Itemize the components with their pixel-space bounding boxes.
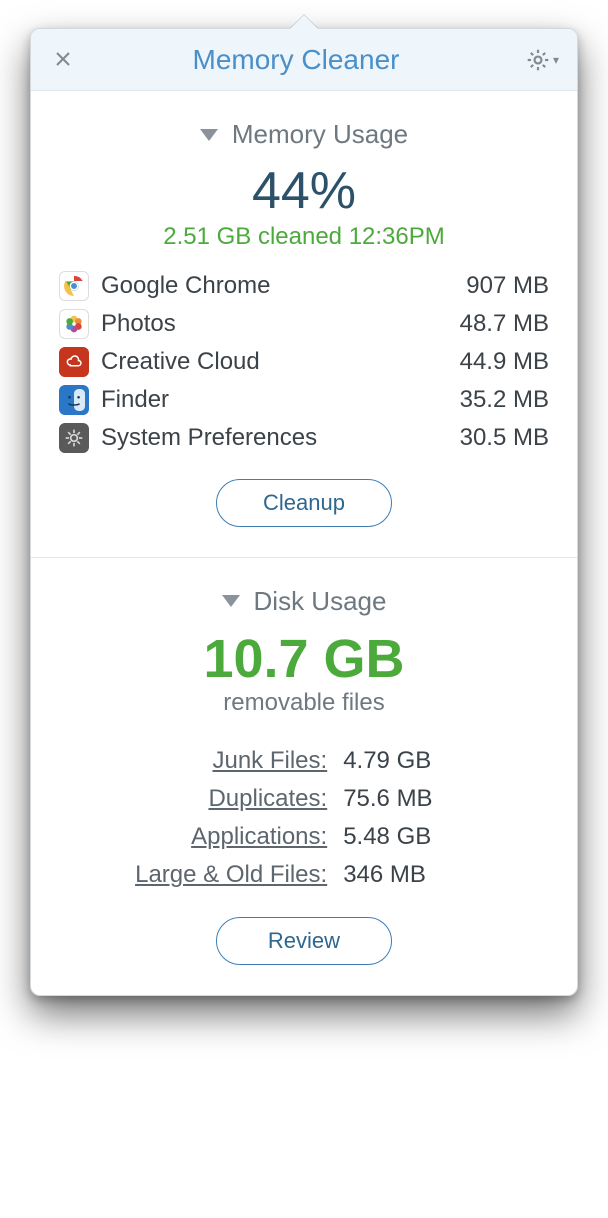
creative-cloud-icon [59,347,89,377]
disk-category-value: 75.6 MB [343,785,432,813]
process-name: Creative Cloud [101,348,448,376]
process-size: 35.2 MB [460,386,549,414]
disk-category-row: Large & Old Files: 346 MB [59,861,549,889]
process-name: System Preferences [101,424,448,452]
process-size: 44.9 MB [460,348,549,376]
collapse-triangle-icon [200,129,218,141]
process-name: Finder [101,386,448,414]
process-size: 907 MB [466,272,549,300]
disk-usage-section: Disk Usage 10.7 GB removable files Junk … [31,557,577,996]
disk-category-link[interactable]: Applications: [59,823,343,851]
disk-section-title: Disk Usage [254,586,387,617]
process-row[interactable]: Creative Cloud 44.9 MB [59,347,549,377]
cleanup-button[interactable]: Cleanup [216,479,392,527]
memory-cleaned-status: 2.51 GB cleaned 12:36PM [59,223,549,251]
disk-total: 10.7 GB [59,631,549,688]
process-row[interactable]: Finder 35.2 MB [59,385,549,415]
disk-category-row: Duplicates: 75.6 MB [59,785,549,813]
finder-icon [59,385,89,415]
memory-usage-section: Memory Usage 44% 2.51 GB cleaned 12:36PM… [31,91,577,557]
process-name: Photos [101,310,448,338]
process-row[interactable]: Photos 48.7 MB [59,309,549,339]
disk-category-value: 346 MB [343,861,426,889]
disk-category-value: 4.79 GB [343,747,431,775]
process-row[interactable]: System Preferences 30.5 MB [59,423,549,453]
disk-category-value: 5.48 GB [343,823,431,851]
chrome-icon [59,271,89,301]
disk-category-row: Applications: 5.48 GB [59,823,549,851]
close-button[interactable] [49,47,77,73]
disk-section-header[interactable]: Disk Usage [59,586,549,617]
memory-section-title: Memory Usage [232,119,408,150]
app-title: Memory Cleaner [77,44,515,76]
process-size: 30.5 MB [460,424,549,452]
settings-menu-button[interactable]: ▾ [515,47,559,73]
memory-percent: 44% [59,164,549,219]
disk-category-row: Junk Files: 4.79 GB [59,747,549,775]
disk-subtitle: removable files [59,689,549,717]
disk-category-link[interactable]: Large & Old Files: [59,861,343,889]
review-button[interactable]: Review [216,917,392,965]
memory-section-header[interactable]: Memory Usage [59,119,549,150]
title-bar: Memory Cleaner ▾ [31,29,577,91]
collapse-triangle-icon [222,595,240,607]
system-preferences-icon [59,423,89,453]
gear-icon [525,47,551,73]
popover-arrow [290,15,318,29]
photos-icon [59,309,89,339]
chevron-down-icon: ▾ [553,53,559,67]
popover-window: Memory Cleaner ▾ Memory Usage 44% 2.51 G… [30,28,578,996]
process-size: 48.7 MB [460,310,549,338]
process-row[interactable]: Google Chrome 907 MB [59,271,549,301]
disk-category-link[interactable]: Duplicates: [59,785,343,813]
disk-category-link[interactable]: Junk Files: [59,747,343,775]
process-name: Google Chrome [101,272,454,300]
disk-category-list: Junk Files: 4.79 GB Duplicates: 75.6 MB … [59,747,549,889]
process-list: Google Chrome 907 MB Photos 48.7 MB Crea… [59,271,549,453]
close-icon [55,51,71,67]
